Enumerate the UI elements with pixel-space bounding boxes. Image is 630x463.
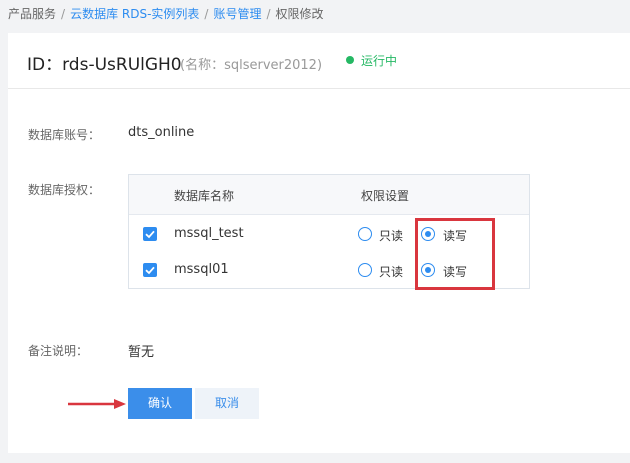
- confirm-button[interactable]: 确认: [128, 388, 192, 419]
- column-header-permission: 权限设置: [361, 189, 410, 203]
- radio-readonly[interactable]: [358, 263, 372, 277]
- row-checkbox[interactable]: [143, 227, 157, 241]
- breadcrumb-separator: /: [61, 7, 66, 21]
- auth-label: 数据库授权：: [28, 183, 101, 197]
- db-name: mssql01: [174, 262, 229, 277]
- checkmark-icon: [145, 230, 155, 239]
- annotation-highlight-box: [415, 218, 495, 290]
- breadcrumb-item-current: 权限修改: [275, 7, 324, 21]
- permission-edit-panel: ID：rds-UsRUlGH0 (名称：sqlserver2012) 运行中 数…: [8, 33, 630, 453]
- remark-label: 备注说明：: [28, 344, 89, 358]
- status-text: 运行中: [361, 54, 398, 68]
- radio-readonly[interactable]: [358, 227, 372, 241]
- column-header-db-name: 数据库名称: [174, 189, 235, 203]
- breadcrumb-item-instance-list[interactable]: 云数据库 RDS-实例列表: [70, 7, 199, 21]
- breadcrumb-separator: /: [204, 7, 209, 21]
- checkmark-icon: [145, 266, 155, 275]
- breadcrumb: 产品服务 / 云数据库 RDS-实例列表 / 账号管理 / 权限修改: [8, 5, 324, 22]
- account-label: 数据库账号：: [28, 128, 101, 142]
- table-header: 数据库名称 权限设置: [129, 175, 529, 215]
- breadcrumb-separator: /: [266, 7, 271, 21]
- radio-readonly-label[interactable]: 只读: [379, 263, 403, 280]
- breadcrumb-item-account-mgmt[interactable]: 账号管理: [213, 7, 261, 21]
- breadcrumb-item-products: 产品服务: [8, 7, 57, 21]
- instance-id: ID：rds-UsRUlGH0: [27, 55, 182, 75]
- status-dot-icon: [346, 56, 354, 64]
- annotation-arrow-icon: [68, 399, 126, 409]
- cancel-button[interactable]: 取消: [195, 388, 259, 419]
- status-badge: 运行中: [346, 52, 397, 69]
- row-checkbox[interactable]: [143, 263, 157, 277]
- radio-readonly-label[interactable]: 只读: [379, 227, 403, 244]
- instance-name: (名称：sqlserver2012): [180, 58, 323, 73]
- remark-value: 暂无: [128, 345, 155, 360]
- instance-header: ID：rds-UsRUlGH0 (名称：sqlserver2012) 运行中: [8, 33, 630, 89]
- db-name: mssql_test: [174, 226, 244, 241]
- account-value: dts_online: [128, 125, 195, 140]
